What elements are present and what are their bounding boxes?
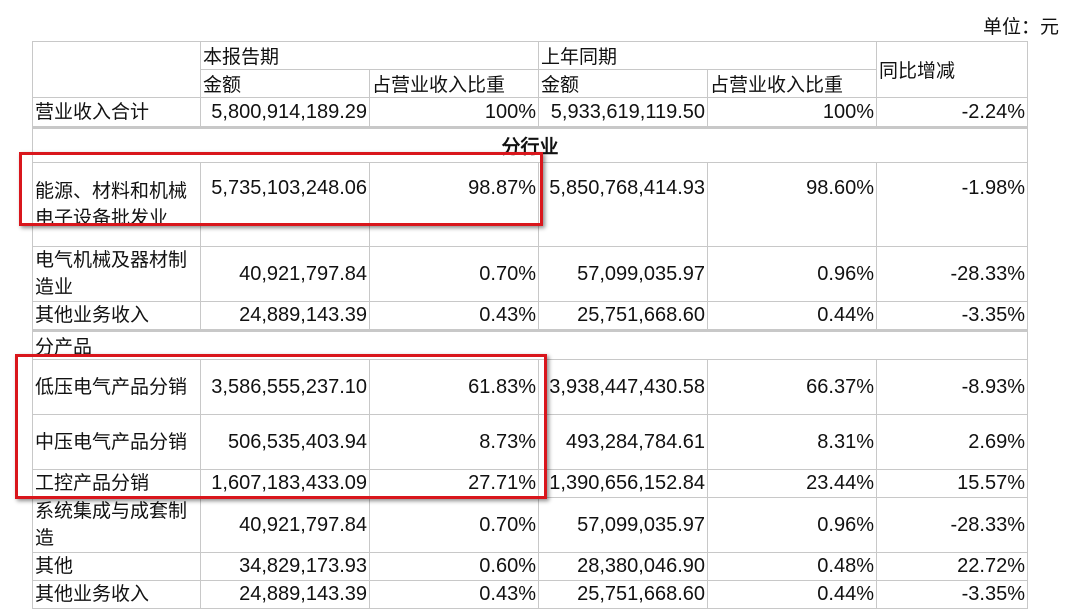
row-label: 低压电气产品分销 — [32, 359, 201, 415]
cur-amount-cell: 1,607,183,433.09 — [200, 469, 370, 498]
row-label: 其他 — [32, 552, 201, 581]
prev-amount-cell: 3,938,447,430.58 — [538, 359, 708, 415]
cur-ratio-cell: 61.83% — [369, 359, 539, 415]
yoy-cell: -28.33% — [876, 497, 1028, 553]
row-label: 系统集成与成套制造 — [32, 497, 201, 553]
section-industry-label: 分行业 — [32, 126, 1028, 163]
cur-ratio-cell: 98.87% — [369, 162, 539, 247]
table-row: 中压电气产品分销 506,535,403.94 8.73% 493,284,78… — [32, 414, 1028, 470]
table-row: 其他业务收入 24,889,143.39 0.43% 25,751,668.60… — [32, 580, 1028, 609]
row-label: 电气机械及器材制造业 — [32, 246, 201, 302]
cur-amount-cell: 5,735,103,248.06 — [200, 162, 370, 247]
yoy-cell: -3.35% — [876, 301, 1028, 331]
prev-ratio-cell: 0.44% — [707, 301, 877, 331]
total-prev-amount: 5,933,619,119.50 — [538, 97, 708, 128]
header-blank — [32, 41, 201, 98]
cur-ratio-cell: 8.73% — [369, 414, 539, 470]
section-industry-row: 分行业 — [32, 126, 1028, 163]
prev-ratio-cell: 98.60% — [707, 162, 877, 247]
yoy-cell: -1.98% — [876, 162, 1028, 247]
unit-label: 单位：元 — [982, 16, 1059, 38]
cur-amount-cell: 506,535,403.94 — [200, 414, 370, 470]
row-label: 工控产品分销 — [32, 469, 201, 498]
prev-amount-cell: 57,099,035.97 — [538, 497, 708, 553]
row-label: 其他业务收入 — [32, 580, 201, 609]
prev-ratio-cell: 0.96% — [707, 246, 877, 302]
total-label: 营业收入合计 — [32, 97, 201, 128]
yoy-cell: -3.35% — [876, 580, 1028, 609]
prev-ratio-cell: 0.48% — [707, 552, 877, 581]
header-yoy: 同比增减 — [876, 41, 1028, 98]
prev-ratio-cell: 23.44% — [707, 469, 877, 498]
total-cur-amount: 5,800,914,189.29 — [200, 97, 370, 128]
header-prev-ratio: 占营业收入比重 — [707, 69, 877, 98]
table-row: 电气机械及器材制造业 40,921,797.84 0.70% 57,099,03… — [32, 246, 1028, 302]
yoy-cell: 15.57% — [876, 469, 1028, 498]
header-prior-period: 上年同期 — [538, 41, 877, 70]
cur-ratio-cell: 0.60% — [369, 552, 539, 581]
cur-amount-cell: 24,889,143.39 — [200, 580, 370, 609]
prev-amount-cell: 5,850,768,414.93 — [538, 162, 708, 247]
header-cur-amount: 金额 — [200, 69, 370, 98]
cur-ratio-cell: 0.43% — [369, 301, 539, 331]
cur-ratio-cell: 0.43% — [369, 580, 539, 609]
prev-amount-cell: 28,380,046.90 — [538, 552, 708, 581]
prev-amount-cell: 25,751,668.60 — [538, 580, 708, 609]
table-row: 其他业务收入 24,889,143.39 0.43% 25,751,668.60… — [32, 301, 1028, 331]
yoy-cell: -8.93% — [876, 359, 1028, 415]
cur-amount-cell: 3,586,555,237.10 — [200, 359, 370, 415]
table-row: 低压电气产品分销 3,586,555,237.10 61.83% 3,938,4… — [32, 359, 1028, 415]
prev-ratio-cell: 8.31% — [707, 414, 877, 470]
total-prev-ratio: 100% — [707, 97, 877, 128]
total-yoy: -2.24% — [876, 97, 1028, 128]
prev-ratio-cell: 66.37% — [707, 359, 877, 415]
header-current-period: 本报告期 — [200, 41, 539, 70]
cur-amount-cell: 24,889,143.39 — [200, 301, 370, 331]
header-cur-ratio: 占营业收入比重 — [369, 69, 539, 98]
table-row: 其他 34,829,173.93 0.60% 28,380,046.90 0.4… — [32, 552, 1028, 581]
cur-amount-cell: 40,921,797.84 — [200, 246, 370, 302]
prev-ratio-cell: 0.44% — [707, 580, 877, 609]
prev-amount-cell: 493,284,784.61 — [538, 414, 708, 470]
total-cur-ratio: 100% — [369, 97, 539, 128]
cur-amount-cell: 34,829,173.93 — [200, 552, 370, 581]
table-row: 系统集成与成套制造 40,921,797.84 0.70% 57,099,035… — [32, 497, 1028, 553]
header-prev-amount: 金额 — [538, 69, 708, 98]
prev-amount-cell: 1,390,656,152.84 — [538, 469, 708, 498]
cur-amount-cell: 40,921,797.84 — [200, 497, 370, 553]
row-label: 其他业务收入 — [32, 301, 201, 331]
prev-ratio-cell: 0.96% — [707, 497, 877, 553]
yoy-cell: 2.69% — [876, 414, 1028, 470]
yoy-cell: 22.72% — [876, 552, 1028, 581]
row-label: 中压电气产品分销 — [32, 414, 201, 470]
header-row-1: 本报告期 上年同期 同比增减 — [32, 41, 1028, 98]
revenue-table: 本报告期 上年同期 同比增减 金额 占营业收入比重 金额 占营业收入比重 营业收… — [32, 41, 1028, 609]
section-product-row: 分产品 — [32, 329, 1028, 360]
table-row: 能源、材料和机械电子设备批发业 5,735,103,248.06 98.87% … — [32, 162, 1028, 247]
table-row: 工控产品分销 1,607,183,433.09 27.71% 1,390,656… — [32, 469, 1028, 498]
cur-ratio-cell: 27.71% — [369, 469, 539, 498]
prev-amount-cell: 57,099,035.97 — [538, 246, 708, 302]
section-product-label: 分产品 — [32, 329, 1028, 360]
cur-ratio-cell: 0.70% — [369, 497, 539, 553]
total-row: 营业收入合计 5,800,914,189.29 100% 5,933,619,1… — [32, 97, 1028, 128]
prev-amount-cell: 25,751,668.60 — [538, 301, 708, 331]
yoy-cell: -28.33% — [876, 246, 1028, 302]
cur-ratio-cell: 0.70% — [369, 246, 539, 302]
row-label: 能源、材料和机械电子设备批发业 — [32, 162, 201, 247]
